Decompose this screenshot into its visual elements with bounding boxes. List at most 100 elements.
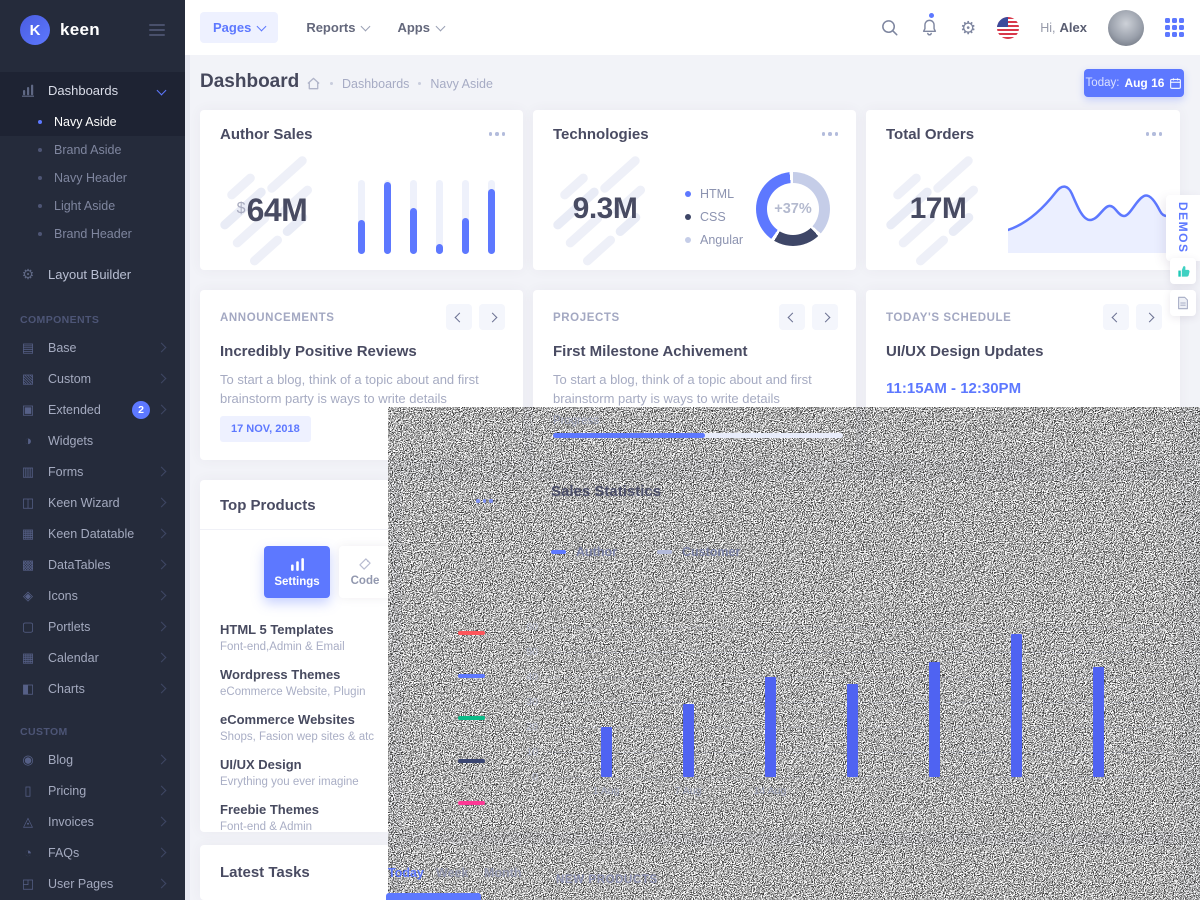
y-axis-tick: 40 — [508, 671, 538, 683]
sidebar-item-extended[interactable]: ▣ Extended 2 — [0, 394, 185, 425]
prev-button[interactable] — [779, 304, 805, 330]
gridline — [548, 777, 1160, 778]
y-axis-tick: 0 — [508, 771, 538, 783]
id-card-icon: ◰ — [20, 876, 36, 892]
more-menu-icon[interactable] — [1146, 126, 1163, 136]
settings-gear-icon[interactable]: ⚙ — [960, 19, 976, 37]
sidebar-item-light-aside[interactable]: Light Aside — [0, 192, 185, 220]
sidebar-item-navy-aside[interactable]: Navy Aside — [0, 108, 185, 136]
legend-customer-label: Customer — [682, 545, 740, 559]
prev-button[interactable] — [1103, 304, 1129, 330]
nav-pages[interactable]: Pages — [200, 12, 278, 43]
product-list-item[interactable]: UI/UX Design Evrything you ever imagine — [220, 757, 378, 790]
series-mark-dash — [458, 759, 485, 763]
tasks-filter-today[interactable]: Today — [388, 866, 424, 880]
sidebar-item-blog[interactable]: ◉ Blog — [0, 744, 185, 775]
calendar-icon — [1169, 77, 1182, 90]
sidebar-item-icons[interactable]: ◈ Icons — [0, 580, 185, 611]
prev-button[interactable] — [446, 304, 472, 330]
sidebar-item-navy-header[interactable]: Navy Header — [0, 164, 185, 192]
language-flag-icon[interactable] — [997, 17, 1019, 39]
sidebar-item-base[interactable]: ▤ Base — [0, 332, 185, 363]
nav-reports[interactable]: Reports — [306, 20, 369, 35]
sidebar-item-charts[interactable]: ◧ Charts — [0, 673, 185, 704]
product-list-item[interactable]: HTML 5 Templates Font-end,Admin & Email — [220, 622, 378, 655]
product-list-item[interactable]: Freebie Themes Font-end & Admin — [220, 802, 378, 835]
chevron-right-icon — [157, 879, 167, 889]
next-button[interactable] — [812, 304, 838, 330]
forms-icon: ▥ — [20, 464, 36, 480]
gift-icon: ◈ — [20, 588, 36, 604]
sidebar-item-invoices[interactable]: ◬ Invoices — [0, 806, 185, 837]
demos-tab[interactable]: DEMOS — [1166, 195, 1200, 261]
series-mark-dash — [458, 674, 485, 678]
chevron-right-icon — [157, 653, 167, 663]
mini-bar — [462, 180, 469, 254]
sidebar-item-custom[interactable]: ▧ Custom — [0, 363, 185, 394]
breadcrumb-separator — [418, 82, 421, 85]
mini-bar — [384, 180, 391, 254]
card-title: Top Products — [220, 497, 316, 514]
chat-icon: ◉ — [20, 752, 36, 768]
breadcrumb-navy-aside[interactable]: Navy Aside — [430, 77, 493, 91]
gridline — [548, 652, 1160, 653]
legend-dot-icon — [685, 214, 691, 220]
product-list-item[interactable]: Wordpress Themes eCommerce Website, Plug… — [220, 667, 378, 700]
sidebar-item-dashboards[interactable]: Dashboards — [0, 72, 185, 108]
top-header: Pages Reports Apps ⚙ Hi,Alex — [185, 0, 1200, 55]
dashboards-submenu: Navy Aside Brand Aside Navy Header Light… — [0, 108, 185, 248]
sidebar-item-brand-aside[interactable]: Brand Aside — [0, 136, 185, 164]
settings-button[interactable]: Settings — [264, 546, 330, 598]
sidebar-item-widgets[interactable]: ◑ Widgets — [0, 425, 185, 456]
documentation-icon[interactable] — [1170, 290, 1196, 316]
mini-bar — [358, 180, 365, 254]
sidebar-item-keen-wizard[interactable]: ◫ Keen Wizard — [0, 487, 185, 518]
sidebar-item-calendar[interactable]: ▦ Calendar — [0, 642, 185, 673]
y-axis-tick: 20 — [508, 721, 538, 733]
next-button[interactable] — [479, 304, 505, 330]
chevron-right-icon — [157, 529, 167, 539]
y-axis-tick: 30 — [508, 696, 538, 708]
search-icon[interactable] — [880, 18, 899, 37]
sidebar-item-layout-builder[interactable]: ⚙ Layout Builder — [0, 256, 185, 292]
sidebar-item-keen-datatable[interactable]: ▦ Keen Datatable — [0, 518, 185, 549]
total-orders-value: 17M — [880, 192, 996, 226]
more-menu-icon[interactable] — [822, 126, 839, 136]
chevron-right-icon — [157, 622, 167, 632]
keen-logo-icon[interactable]: K — [20, 15, 50, 45]
sidebar-scrollbar[interactable] — [185, 55, 190, 900]
sidebar-toggle-icon[interactable] — [149, 24, 165, 36]
progress-bar — [553, 433, 843, 438]
sidebar-nav: Dashboards Navy Aside Brand Aside Navy H… — [0, 60, 185, 899]
today-date-button[interactable]: Today: Aug 16 — [1084, 69, 1184, 97]
product-list-item[interactable]: eCommerce Websites Shops, Fasion wep sit… — [220, 712, 378, 745]
product-toggle-buttons: Settings Code — [264, 546, 391, 598]
sidebar-item-forms[interactable]: ▥ Forms — [0, 456, 185, 487]
nav-apps[interactable]: Apps — [397, 20, 444, 35]
next-button[interactable] — [1136, 304, 1162, 330]
corrupted-noise-region: Progress Sales Statistics Author Custome… — [388, 407, 1200, 900]
quick-panel-grid-icon[interactable] — [1165, 18, 1184, 37]
more-menu-icon[interactable] — [489, 126, 506, 136]
sidebar-item-portlets[interactable]: ▢ Portlets — [0, 611, 185, 642]
x-axis-label: 1 Aug — [576, 785, 636, 797]
notifications-bell-icon[interactable] — [920, 18, 939, 37]
card-title: Total Orders — [886, 126, 974, 143]
sidebar-item-pricing[interactable]: ▯ Pricing — [0, 775, 185, 806]
tasks-filter-week[interactable]: Week — [436, 866, 468, 880]
sidebar-item-datatables[interactable]: ▩ DataTables — [0, 549, 185, 580]
code-button[interactable]: Code — [339, 546, 391, 598]
home-icon[interactable] — [306, 76, 321, 91]
more-menu-icon[interactable] — [476, 499, 493, 503]
user-avatar[interactable] — [1108, 10, 1144, 46]
sidebar-item-faqs[interactable]: ◔ FAQs — [0, 837, 185, 868]
legend-dot-icon — [685, 191, 691, 197]
sidebar-item-brand-header[interactable]: Brand Header — [0, 220, 185, 248]
chart-legend: Author Customer — [551, 545, 740, 559]
sidebar-item-user-pages[interactable]: ◰ User Pages — [0, 868, 185, 899]
dashboard-page: K keen Dashboards Navy Aside Brand Aside… — [0, 0, 1200, 900]
pie-icon: ◑ — [20, 433, 36, 448]
tasks-filter-month[interactable]: Month — [484, 866, 521, 880]
breadcrumb-dashboards[interactable]: Dashboards — [342, 77, 409, 91]
purchase-thumbs-up-icon[interactable] — [1170, 258, 1196, 284]
